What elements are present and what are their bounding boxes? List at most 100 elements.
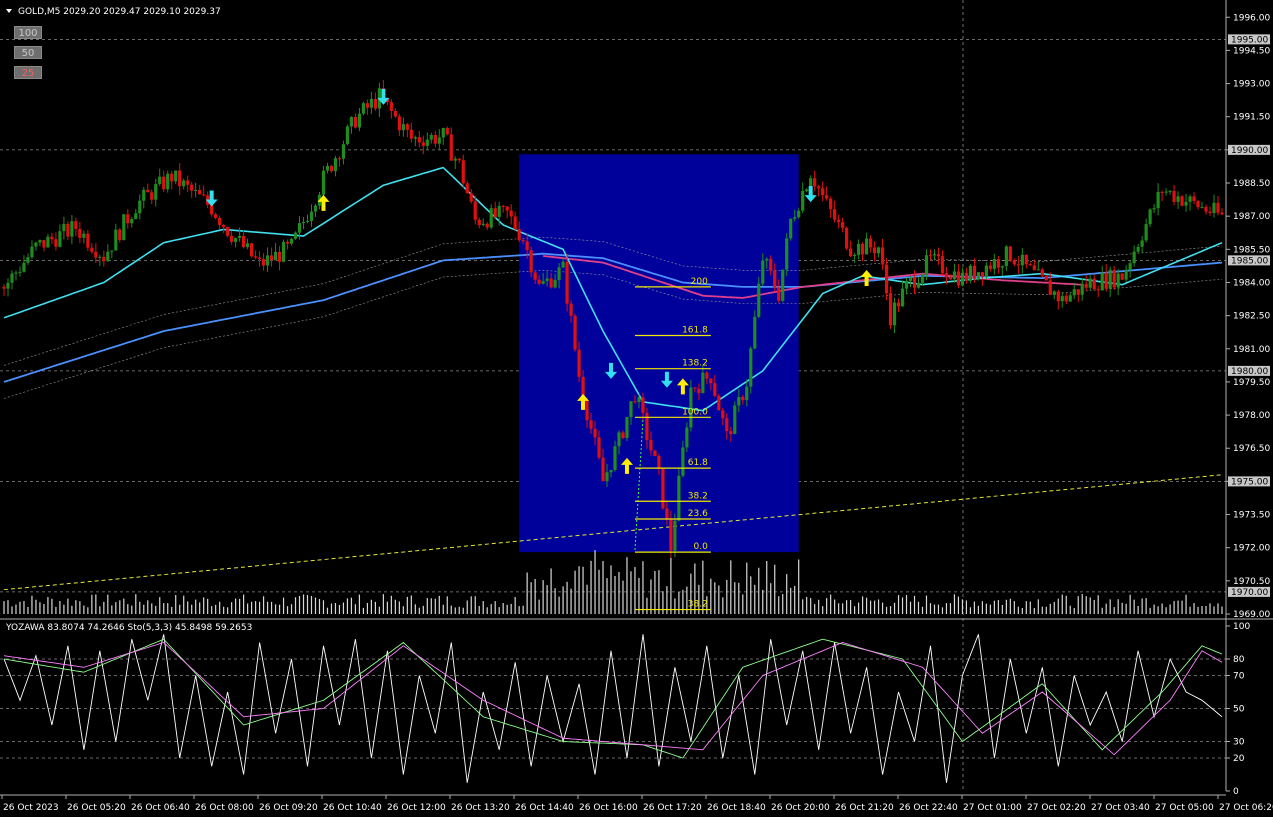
candle-body[interactable] [1180,196,1184,206]
candle-body[interactable] [621,432,625,438]
button-100[interactable]: 100 [14,26,42,39]
candle-body[interactable] [186,180,190,185]
candle-body[interactable] [242,235,246,248]
candle-body[interactable] [66,223,70,237]
candle-body[interactable] [972,265,977,279]
candle-body[interactable] [613,446,617,470]
candle-body[interactable] [449,134,453,161]
candle-body[interactable] [401,124,405,131]
candle-body[interactable] [569,303,573,316]
candle-body[interactable] [757,283,761,317]
candle-body[interactable] [1124,269,1128,280]
candle-body[interactable] [541,281,545,284]
candle-body[interactable] [549,278,553,288]
candle-body[interactable] [98,256,102,258]
candle-body[interactable] [725,418,729,432]
candle-body[interactable] [1184,201,1188,206]
candle-body[interactable] [916,282,921,288]
candle-body[interactable] [1120,273,1124,280]
candle-body[interactable] [900,288,905,307]
candle-body[interactable] [1116,273,1120,288]
candle-body[interactable] [1220,212,1224,215]
candle-body[interactable] [765,258,769,261]
candle-body[interactable] [289,238,294,244]
candle-body[interactable] [154,184,158,200]
candle-body[interactable] [62,223,66,232]
candle-body[interactable] [281,241,286,262]
candle-body[interactable] [1216,202,1220,213]
candle-body[interactable] [984,265,988,278]
candle-body[interactable] [198,189,202,195]
candle-body[interactable] [86,233,90,248]
candle-body[interactable] [952,271,957,280]
candle-body[interactable] [118,229,122,241]
candle-body[interactable] [397,116,401,131]
candle-body[interactable] [122,214,126,241]
candle-body[interactable] [178,170,182,187]
candle-body[interactable] [609,469,613,473]
candle-body[interactable] [573,315,577,350]
candle-body[interactable] [789,218,793,239]
fibonacci-box-area[interactable] [519,154,799,553]
candle-body[interactable] [805,189,809,191]
candle-body[interactable] [629,401,633,418]
candle-body[interactable] [321,170,326,195]
candle-body[interactable] [413,137,417,139]
candle-body[interactable] [729,431,733,434]
candle-body[interactable] [1128,263,1132,270]
candle-body[interactable] [964,272,969,281]
candle-body[interactable] [134,213,138,220]
candle-body[interactable] [1028,264,1032,266]
candle-body[interactable] [1108,269,1112,289]
candle-body[interactable] [956,271,961,286]
candle-body[interactable] [661,468,665,509]
candle-body[interactable] [1160,191,1164,193]
candle-body[interactable] [393,110,397,117]
candle-body[interactable] [1148,209,1152,225]
candle-body[interactable] [50,236,54,240]
candle-body[interactable] [365,103,370,108]
candle-body[interactable] [829,198,833,210]
candle-body[interactable] [884,264,889,294]
candle-body[interactable] [653,450,657,457]
candle-body[interactable] [585,400,589,421]
candle-body[interactable] [345,126,350,145]
candle-body[interactable] [297,223,302,233]
candle-body[interactable] [553,279,557,288]
candle-body[interactable] [285,241,290,244]
candle-body[interactable] [493,208,497,217]
candle-body[interactable] [477,219,481,226]
candle-body[interactable] [601,457,605,482]
candle-body[interactable] [988,265,992,269]
candle-body[interactable] [445,128,449,135]
candle-body[interactable] [457,158,461,161]
candle-body[interactable] [577,349,581,377]
candle-body[interactable] [872,247,877,254]
candle-body[interactable] [853,254,857,257]
candle-body[interactable] [30,246,34,258]
candle-body[interactable] [1084,283,1088,288]
candle-body[interactable] [301,221,306,224]
candle-body[interactable] [996,259,1000,268]
candle-body[interactable] [813,178,817,187]
candle-body[interactable] [860,243,865,255]
candle-body[interactable] [453,158,457,161]
candle-body[interactable] [904,280,909,289]
candle-body[interactable] [485,223,489,228]
candle-body[interactable] [130,219,134,224]
candle-body[interactable] [1204,206,1208,212]
candle-body[interactable] [1036,269,1040,271]
candle-body[interactable] [293,232,298,239]
candle-body[interactable] [325,165,330,171]
candle-body[interactable] [685,427,689,448]
candle-body[interactable] [801,190,805,211]
candle-body[interactable] [277,251,282,262]
candle-body[interactable] [693,387,697,389]
candle-body[interactable] [6,282,10,289]
candle-body[interactable] [218,217,222,225]
candle-body[interactable] [1008,246,1012,261]
candle-body[interactable] [114,229,118,251]
candle-body[interactable] [473,201,477,220]
candle-body[interactable] [1024,254,1028,265]
candle-body[interactable] [1080,283,1084,295]
